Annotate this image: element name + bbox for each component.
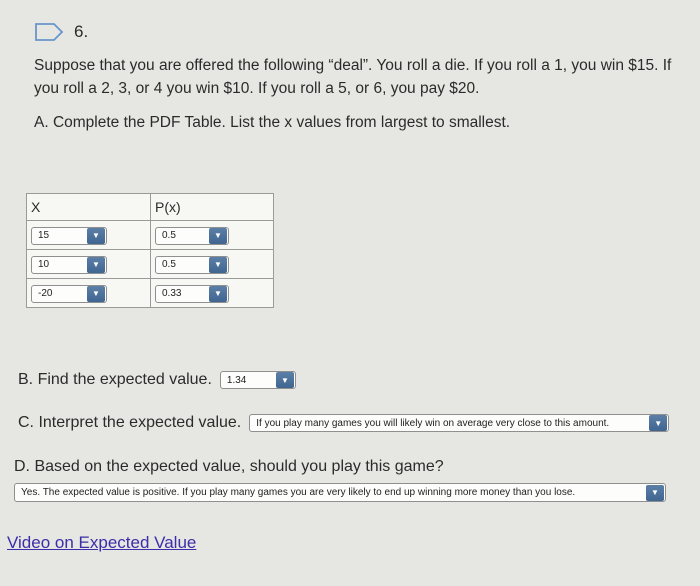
px-value: 0.33: [162, 288, 182, 300]
chevron-down-icon[interactable]: ▼: [87, 285, 105, 302]
header-px: P(x): [150, 193, 274, 221]
table-row: 15 ▼ 0.5 ▼: [26, 220, 274, 250]
px-value-dropdown[interactable]: 0.5 ▼: [155, 226, 229, 245]
interpretation-dropdown[interactable]: If you play many games you will likely w…: [249, 414, 670, 432]
x-value: 10: [38, 259, 50, 271]
x-value: -20: [38, 288, 53, 300]
pdf-table-header: X P(x): [26, 193, 274, 221]
chevron-down-icon[interactable]: ▼: [209, 227, 227, 244]
chevron-down-icon[interactable]: ▼: [646, 484, 664, 501]
px-value: 0.5: [162, 230, 176, 242]
x-value: 15: [38, 230, 50, 242]
chevron-down-icon[interactable]: ▼: [209, 285, 227, 302]
chevron-down-icon[interactable]: ▼: [209, 256, 227, 273]
part-a-label: A. Complete the PDF Table. List the x va…: [34, 114, 511, 131]
question-prompt: Suppose that you are offered the followi…: [34, 57, 672, 97]
question-flag-icon[interactable]: [34, 22, 64, 42]
video-link[interactable]: Video on Expected Value: [7, 533, 196, 553]
px-value-dropdown[interactable]: 0.33 ▼: [155, 284, 229, 303]
px-value: 0.5: [162, 259, 176, 271]
chevron-down-icon[interactable]: ▼: [649, 415, 668, 431]
part-c-label: C. Interpret the expected value.: [18, 414, 242, 431]
interpretation-value: If you play many games you will likely w…: [256, 417, 610, 429]
expected-value: 1.34: [226, 374, 247, 386]
part-b-label: B. Find the expected value.: [18, 371, 212, 388]
part-c: C. Interpret the expected value. If you …: [18, 414, 670, 432]
x-value-dropdown[interactable]: -20 ▼: [31, 284, 107, 303]
decision-dropdown[interactable]: Yes. The expected value is positive. If …: [14, 483, 666, 502]
x-value-dropdown[interactable]: 10 ▼: [31, 255, 107, 274]
decision-value: Yes. The expected value is positive. If …: [21, 487, 576, 498]
header-x: X: [26, 193, 151, 221]
expected-value-dropdown[interactable]: 1.34 ▼: [219, 371, 296, 389]
question-number: 6.: [74, 22, 89, 41]
table-row: -20 ▼ 0.33 ▼: [26, 278, 274, 308]
part-d-label: D. Based on the expected value, should y…: [14, 458, 444, 475]
question-header: 6.: [34, 22, 88, 42]
chevron-down-icon[interactable]: ▼: [275, 372, 294, 388]
chevron-down-icon[interactable]: ▼: [87, 256, 105, 273]
pdf-table: X P(x) 15 ▼ 0.5 ▼ 10 ▼ 0.5 ▼ -20 ▼ 0.33 …: [26, 193, 274, 308]
chevron-down-icon[interactable]: ▼: [87, 227, 105, 244]
part-b: B. Find the expected value. 1.34 ▼: [18, 371, 296, 389]
x-value-dropdown[interactable]: 15 ▼: [31, 226, 107, 245]
px-value-dropdown[interactable]: 0.5 ▼: [155, 255, 229, 274]
table-row: 10 ▼ 0.5 ▼: [26, 249, 274, 279]
